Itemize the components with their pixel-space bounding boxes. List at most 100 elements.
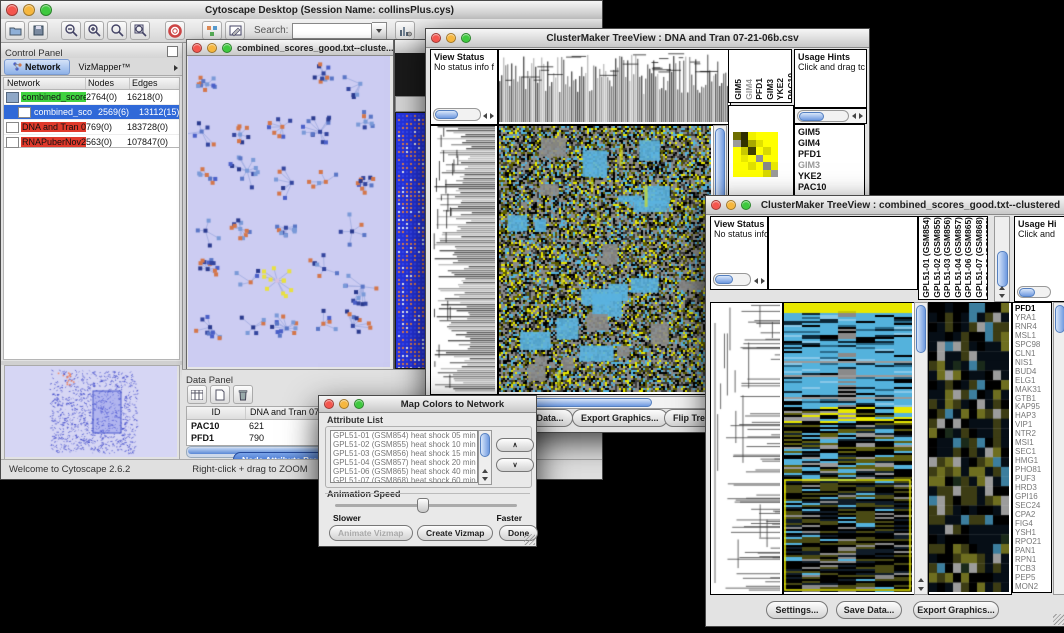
column-dendrogram[interactable] [768,216,918,290]
scroll-left-arrow-icon[interactable] [852,113,856,119]
speed-slider-thumb[interactable] [417,498,429,513]
gene-label[interactable]: SEC24 [1015,502,1051,511]
gene-label[interactable]: RNR4 [1015,323,1051,332]
zoom-heatmap[interactable] [928,302,1012,595]
gene-label[interactable]: GPI16 [1015,493,1051,502]
tab-overflow-icon[interactable] [174,58,178,76]
gene-label[interactable]: TCB3 [1015,565,1051,574]
scroll-down-arrow-icon[interactable] [999,294,1005,298]
gene-label[interactable]: GTB1 [1015,395,1051,404]
gene-label[interactable]: SPC98 [1015,341,1051,350]
close-button[interactable] [431,33,441,43]
row-dendrogram[interactable] [430,125,498,395]
attribute-item[interactable]: GPL51-07 (GSM868) heat shock 60 min [333,477,477,483]
gene-label[interactable]: PAN1 [1015,547,1051,556]
move-down-button[interactable]: ∨ [496,458,534,472]
gene-label[interactable]: BUD4 [1015,368,1051,377]
minimize-button[interactable] [207,43,217,53]
gene-label[interactable]: PEP5 [1015,574,1051,583]
network-view-title-bar[interactable]: combined_scores_good.txt--cluste... [187,40,393,56]
gene-label[interactable]: FIG4 [1015,520,1051,529]
gene-label[interactable]: VIP1 [1015,421,1051,430]
tab-vizmapper[interactable]: VizMapper™ [70,62,140,72]
new-attribute-icon[interactable] [210,385,230,404]
gene-label[interactable]: GIM5 [798,127,864,138]
zoom-button[interactable] [222,43,232,53]
settings-button[interactable]: Settings... [766,601,828,619]
treeview2-title-bar[interactable]: ClusterMaker TreeView : combined_scores_… [706,196,1064,215]
gene-label[interactable]: YRA1 [1015,314,1051,323]
gene-label[interactable]: RPN1 [1015,556,1051,565]
row-dendrogram[interactable] [710,302,783,595]
global-heatmap[interactable] [783,302,915,595]
gene-label[interactable]: MAK31 [1015,386,1051,395]
gene-label[interactable]: HAP3 [1015,412,1051,421]
close-button[interactable] [324,399,334,409]
table-mode-icon[interactable] [187,385,207,404]
zoom-button[interactable] [461,33,471,43]
search-dropdown-arrow-icon[interactable] [372,22,387,40]
gene-label[interactable]: PHO81 [1015,466,1051,475]
minimize-button[interactable] [23,4,35,16]
annotation-icon[interactable] [225,21,245,40]
help-lifesaver-icon[interactable] [165,21,185,40]
global-heatmap[interactable] [498,125,714,395]
zoom-selected-icon[interactable] [107,21,127,40]
network-canvas[interactable] [188,56,390,367]
usage-hscrollbar[interactable] [1017,286,1051,298]
gene-label[interactable]: HRD3 [1015,484,1051,493]
dialog-title-bar[interactable]: Map Colors to Network [319,396,536,413]
scroll-left-arrow-icon[interactable] [754,278,758,284]
export-graphics-button[interactable]: Export Graphics... [572,409,668,427]
save-session-button[interactable] [28,21,48,40]
zoom-out-icon[interactable] [61,21,81,40]
main-title-bar[interactable]: Cytoscape Desktop (Session Name: collins… [1,1,602,20]
open-session-button[interactable] [5,21,25,40]
move-up-button[interactable]: ∧ [496,438,534,452]
minimize-button[interactable] [339,399,349,409]
zoom-button[interactable] [354,399,364,409]
minimize-button[interactable] [446,33,456,43]
treeview1-title-bar[interactable]: ClusterMaker TreeView : DNA and Tran 07-… [426,29,869,48]
zoom-in-icon[interactable] [84,21,104,40]
minimize-button[interactable] [726,200,736,210]
network-list-row[interactable]: DNA and Tran 07769(0)183728(0) [4,120,179,135]
close-button[interactable] [192,43,202,53]
attribute-item[interactable]: GPL51-04 (GSM857) heat shock 20 min [333,459,477,468]
animate-vizmap-button[interactable]: Animate Vizmap [329,525,413,541]
scroll-left-arrow-icon[interactable] [483,113,487,119]
heatmap-vscrollbar[interactable] [914,302,928,595]
attribute-item[interactable]: GPL51-02 (GSM855) heat shock 10 min [333,441,477,450]
scroll-right-arrow-icon[interactable] [761,278,765,284]
birdseye-overview[interactable] [4,365,180,460]
status-hscrollbar[interactable] [713,273,751,286]
float-panel-icon[interactable] [167,46,178,57]
similarity-matrix[interactable] [733,132,778,177]
attribute-browser-icon[interactable] [395,21,415,40]
scroll-up-arrow-icon[interactable] [918,578,924,582]
search-input[interactable] [292,23,372,39]
gene-label[interactable]: ELG1 [1015,377,1051,386]
delete-attribute-icon[interactable] [233,385,253,404]
zoom-button[interactable] [40,4,52,16]
gene-label[interactable]: MSL1 [1015,332,1051,341]
resize-grip[interactable] [524,534,535,545]
gene-label[interactable]: NTR2 [1015,430,1051,439]
zoom-fit-icon[interactable] [130,21,150,40]
resize-grip[interactable] [1053,614,1064,625]
gene-label[interactable]: NIS1 [1015,359,1051,368]
gene-label[interactable]: GIM3 [798,160,864,171]
close-button[interactable] [6,4,18,16]
network-list-row[interactable]: combined_sco2569(6)13112(15) [4,105,179,120]
gene-label[interactable]: CPA2 [1015,511,1051,520]
gene-label[interactable]: PFD1 [1015,305,1051,314]
gene-label[interactable]: KAP95 [1015,403,1051,412]
scroll-right-arrow-icon[interactable] [859,113,863,119]
column-labels-vscrollbar[interactable] [994,216,1010,302]
gene-label[interactable]: YKE2 [798,171,864,182]
gene-label[interactable]: CLN1 [1015,350,1051,359]
save-data-button[interactable]: Save Data... [836,601,902,619]
network-list-row[interactable]: combined_scores2764(0)16218(0) [4,90,179,105]
attribute-item[interactable]: GPL51-03 (GSM856) heat shock 15 min [333,450,477,459]
attribute-item[interactable]: GPL51-01 (GSM854) heat shock 05 min [333,432,477,441]
